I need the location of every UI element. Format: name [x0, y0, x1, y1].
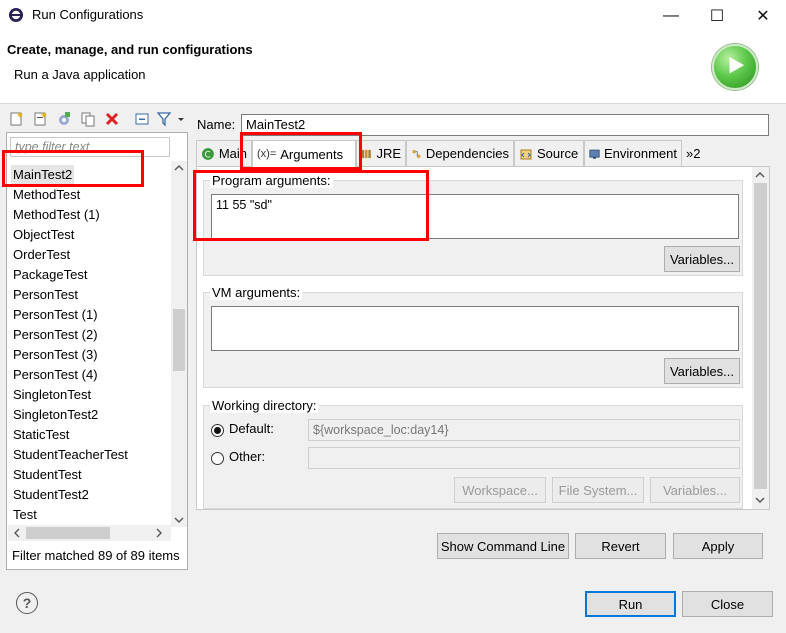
tab-label: Source — [537, 146, 579, 161]
tab-label: Dependencies — [425, 146, 509, 161]
export-config-icon[interactable] — [56, 111, 72, 127]
main-class-icon: C — [201, 147, 214, 160]
list-item[interactable]: SingletonTest2 — [13, 405, 98, 425]
chevron-down-icon[interactable] — [176, 111, 186, 127]
svg-text:C: C — [204, 150, 210, 160]
chevron-left-icon[interactable] — [12, 528, 22, 538]
chevron-up-icon[interactable] — [174, 163, 184, 173]
show-command-line-button[interactable]: Show Command Line — [437, 533, 569, 559]
new-prototype-icon[interactable] — [32, 111, 48, 127]
close-window-button[interactable]: ✕ — [740, 0, 786, 32]
other-directory-field[interactable] — [308, 447, 740, 469]
revert-button[interactable]: Revert — [575, 533, 666, 559]
list-item[interactable]: Test — [13, 505, 37, 525]
vertical-scrollbar[interactable] — [752, 167, 769, 509]
left-toolbar — [6, 108, 188, 132]
workspace-button[interactable]: Workspace... — [454, 477, 546, 503]
program-variables-button[interactable]: Variables... — [664, 246, 740, 272]
config-tree-panel: type filter text MainTest2 MethodTest Me… — [6, 132, 188, 570]
working-directory-label: Working directory: — [210, 398, 319, 413]
list-item[interactable]: PersonTest — [13, 285, 78, 305]
vm-arguments-input[interactable] — [211, 306, 739, 351]
list-item[interactable]: PersonTest (3) — [13, 345, 98, 365]
help-icon[interactable]: ? — [16, 592, 38, 614]
vm-variables-button[interactable]: Variables... — [664, 358, 740, 384]
tab-label: Arguments — [280, 146, 344, 162]
header-subtitle: Run a Java application — [14, 67, 146, 82]
eclipse-icon — [9, 8, 23, 22]
new-config-icon[interactable] — [8, 111, 24, 127]
vm-arguments-group: VM arguments: Variables... — [203, 285, 743, 388]
vm-arguments-label: VM arguments: — [210, 285, 303, 300]
other-label: Other: — [229, 449, 266, 464]
run-logo-icon — [712, 44, 758, 90]
chevron-down-icon[interactable] — [755, 495, 765, 505]
file-system-button[interactable]: File System... — [552, 477, 644, 503]
list-item[interactable]: OrderTest — [13, 245, 70, 265]
tab-overflow[interactable]: »2 — [682, 140, 708, 166]
annotation-box — [2, 150, 144, 187]
scroll-thumb[interactable] — [173, 309, 185, 371]
list-item[interactable]: ObjectTest — [13, 225, 74, 245]
collapse-all-icon[interactable] — [134, 111, 150, 127]
close-button[interactable]: Close — [682, 591, 773, 617]
list-item[interactable]: PersonTest (2) — [13, 325, 98, 345]
list-item[interactable]: StaticTest — [13, 425, 69, 445]
list-item[interactable]: StudentTeacherTest — [13, 445, 128, 465]
default-directory-field: ${workspace_loc:day14} — [308, 419, 740, 441]
chevron-right-icon[interactable] — [154, 528, 164, 538]
delete-icon[interactable] — [104, 111, 120, 127]
other-radio[interactable] — [211, 452, 224, 465]
default-radio[interactable] — [211, 424, 224, 437]
tab-dependencies[interactable]: Dependencies — [406, 140, 514, 166]
maximize-button[interactable]: ☐ — [694, 0, 740, 32]
name-label: Name: — [197, 117, 236, 132]
tab-arguments[interactable]: (x)= Arguments — [252, 140, 356, 167]
scroll-thumb[interactable] — [754, 183, 767, 489]
minimize-button[interactable]: — — [648, 0, 694, 32]
list-item[interactable]: MethodTest (1) — [13, 205, 100, 225]
environment-icon — [589, 149, 600, 159]
list-item[interactable]: MethodTest — [13, 185, 80, 205]
list-item[interactable]: PersonTest (4) — [13, 365, 98, 385]
arguments-icon: (x)= — [257, 148, 277, 160]
scroll-thumb[interactable] — [26, 527, 110, 539]
tab-bar: C Main (x)= Arguments JRE Dependencies S… — [196, 140, 770, 167]
tab-source[interactable]: Source — [514, 140, 584, 166]
chevron-up-icon[interactable] — [755, 170, 765, 180]
filter-icon[interactable] — [156, 111, 172, 127]
tab-environment[interactable]: Environment — [584, 140, 682, 166]
filter-status: Filter matched 89 of 89 items — [12, 548, 180, 563]
tab-label: Environment — [604, 146, 677, 161]
apply-button[interactable]: Apply — [673, 533, 763, 559]
annotation-box — [193, 170, 429, 241]
working-directory-group: Working directory: Default: ${workspace_… — [203, 398, 743, 509]
list-item[interactable]: StudentTest2 — [13, 485, 89, 505]
jre-library-icon — [361, 149, 371, 158]
list-item[interactable]: SingletonTest — [13, 385, 91, 405]
list-item[interactable]: PersonTest (1) — [13, 305, 98, 325]
header-title: Create, manage, and run configurations — [7, 42, 253, 57]
default-label: Default: — [229, 421, 274, 436]
vertical-scrollbar[interactable] — [171, 161, 187, 527]
dependencies-icon — [412, 149, 421, 158]
tab-label: JRE — [376, 146, 401, 161]
source-icon — [520, 149, 532, 159]
duplicate-icon[interactable] — [80, 111, 96, 127]
run-button[interactable]: Run — [585, 591, 676, 617]
chevron-down-icon[interactable] — [174, 515, 184, 525]
tab-jre[interactable]: JRE — [356, 140, 406, 166]
workdir-variables-button[interactable]: Variables... — [650, 477, 740, 503]
window-title: Run Configurations — [32, 7, 144, 22]
list-item[interactable]: StudentTest — [13, 465, 82, 485]
list-item[interactable]: PackageTest — [13, 265, 87, 285]
horizontal-scrollbar[interactable] — [8, 525, 171, 541]
